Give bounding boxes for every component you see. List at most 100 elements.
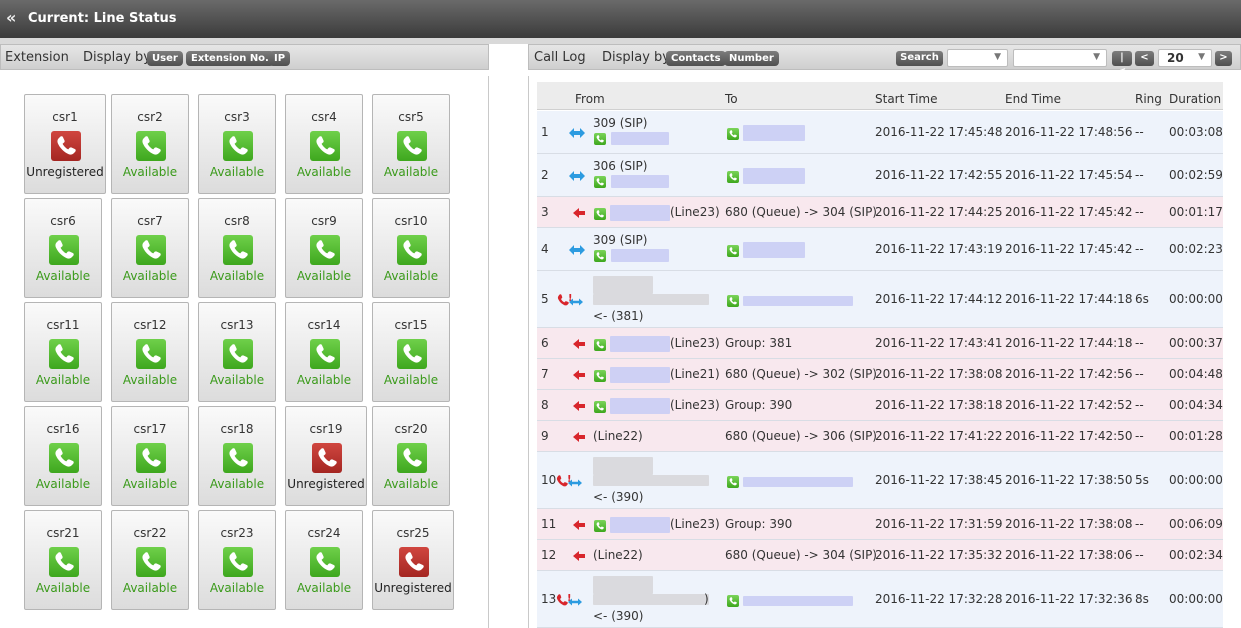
- call-log-row[interactable]: 2 306 (SIP) 2016-11-22 17:42:55 2016-11-22 …: [537, 154, 1223, 197]
- phone-handset-icon: [310, 339, 340, 369]
- call-log-row[interactable]: 5! <- (381) 2016-11-22 17:44:12 2016-11-22 …: [537, 271, 1223, 328]
- extension-tile-csr2[interactable]: csr2 Available: [111, 94, 189, 194]
- extension-status: Unregistered: [26, 165, 104, 179]
- next-page-button[interactable]: >: [1215, 51, 1232, 66]
- redacted-text: [593, 576, 653, 594]
- extension-status: Available: [383, 477, 439, 491]
- call-log-row[interactable]: 7 (Line21) 680 (Queue) -> 302 (SIP) 2016-11…: [537, 359, 1223, 390]
- extension-tile-csr24[interactable]: csr24 Available: [285, 510, 363, 610]
- phone-handset-icon: [136, 339, 166, 369]
- extension-tile-csr1[interactable]: csr1 Unregistered: [24, 94, 106, 194]
- extension-tile-csr20[interactable]: csr20 Available: [372, 406, 450, 506]
- phone-handset-icon: [223, 547, 253, 577]
- phone-handset-icon: [310, 235, 340, 265]
- mini-phone-icon: [727, 476, 739, 488]
- display-by-contacts-button[interactable]: Contacts: [666, 51, 726, 66]
- call-log-row[interactable]: 12 (Line22) 680 (Queue) -> 304 (SIP) 2016-1…: [537, 540, 1223, 571]
- call-log-row[interactable]: 11 (Line23) Group: 390 2016-11-22 17:31:59 2…: [537, 509, 1223, 540]
- start-time: 2016-11-22 17:31:59: [875, 517, 1003, 531]
- mini-phone-icon: [594, 339, 606, 351]
- from-line: (Line23): [670, 205, 720, 219]
- prev-page-button[interactable]: <: [1135, 51, 1154, 66]
- page-size-select[interactable]: 20 ▼: [1158, 49, 1212, 67]
- extension-tile-csr21[interactable]: csr21 Available: [24, 510, 102, 610]
- display-by-number-button[interactable]: Number: [724, 51, 779, 66]
- column-end-time[interactable]: End Time: [1005, 92, 1061, 106]
- call-log-row[interactable]: 9 (Line22) 680 (Queue) -> 306 (SIP) 2016-11…: [537, 421, 1223, 452]
- extension-tile-csr11[interactable]: csr11 Available: [24, 302, 102, 402]
- dropdown-arrow-icon: ▼: [1093, 52, 1100, 62]
- ring-time: --: [1135, 548, 1144, 562]
- column-ring[interactable]: Ring: [1135, 92, 1162, 106]
- extension-tile-csr9[interactable]: csr9 Available: [285, 198, 363, 298]
- extension-tile-csr18[interactable]: csr18 Available: [198, 406, 276, 506]
- extension-tile-csr13[interactable]: csr13 Available: [198, 302, 276, 402]
- row-number: 5: [541, 292, 549, 306]
- extension-tile-csr25[interactable]: csr25 Unregistered: [372, 510, 454, 610]
- red-left-arrow-icon: [573, 520, 585, 530]
- column-duration[interactable]: Duration: [1169, 92, 1221, 106]
- call-log-row[interactable]: 3 (Line23) 680 (Queue) -> 304 (SIP) 2016-11…: [537, 197, 1223, 228]
- from-fragment: ): [704, 592, 709, 606]
- redacted-text: [610, 398, 670, 414]
- filter-select-2[interactable]: ▼: [1013, 49, 1107, 67]
- column-to[interactable]: To: [725, 92, 738, 106]
- search-button[interactable]: Search: [896, 51, 943, 66]
- call-log-row[interactable]: 6 (Line23) Group: 381 2016-11-22 17:43:41 20…: [537, 328, 1223, 359]
- collapse-chevron-icon[interactable]: «: [6, 8, 16, 27]
- row-number: 12: [541, 548, 557, 562]
- redacted-text: [610, 517, 670, 533]
- phone-handset-icon: [51, 131, 81, 161]
- extension-status: Available: [383, 373, 439, 387]
- end-time: 2016-11-22 17:44:18: [1005, 336, 1133, 350]
- phone-handset-icon: [136, 235, 166, 265]
- call-log-row[interactable]: 4 309 (SIP) 2016-11-22 17:43:19 2016-11-22 …: [537, 228, 1223, 271]
- start-time: 2016-11-22 17:38:45: [875, 473, 1003, 487]
- extension-tile-csr22[interactable]: csr22 Available: [111, 510, 189, 610]
- extension-tile-csr19[interactable]: csr19 Unregistered: [285, 406, 367, 506]
- from-group: <- (381): [593, 309, 644, 323]
- extension-tile-csr14[interactable]: csr14 Available: [285, 302, 363, 402]
- extension-tile-csr7[interactable]: csr7 Available: [111, 198, 189, 298]
- extension-tile-csr16[interactable]: csr16 Available: [24, 406, 102, 506]
- redacted-text: [611, 132, 669, 145]
- to-destination: 680 (Queue) -> 306 (SIP): [725, 429, 877, 443]
- call-log-row[interactable]: 10! <- (390) 2016-11-22 17:38:45 2016-11-22…: [537, 452, 1223, 509]
- extension-status: Available: [296, 269, 352, 283]
- extension-status: Available: [296, 165, 352, 179]
- phone-handset-icon: [310, 131, 340, 161]
- display-by-user-button[interactable]: User: [147, 51, 183, 66]
- row-number: 2: [541, 168, 549, 182]
- extension-tile-csr23[interactable]: csr23 Available: [198, 510, 276, 610]
- extension-tile-csr3[interactable]: csr3 Available: [198, 94, 276, 194]
- filter-select-1[interactable]: ▼: [947, 49, 1008, 67]
- redacted-text: [593, 475, 709, 486]
- row-number: 8: [541, 398, 549, 412]
- extension-tile-csr6[interactable]: csr6 Available: [24, 198, 102, 298]
- first-page-button[interactable]: |<: [1112, 51, 1132, 77]
- extension-tile-csr4[interactable]: csr4 Available: [285, 94, 363, 194]
- extension-tile-csr15[interactable]: csr15 Available: [372, 302, 450, 402]
- call-duration: 00:00:00: [1169, 473, 1223, 487]
- extension-tile-csr12[interactable]: csr12 Available: [111, 302, 189, 402]
- extension-name: csr4: [311, 110, 337, 124]
- extension-name: csr20: [394, 422, 428, 436]
- display-by-ip-button[interactable]: IP: [269, 51, 291, 66]
- column-start-time[interactable]: Start Time: [875, 92, 938, 106]
- extension-tile-csr5[interactable]: csr5 Available: [372, 94, 450, 194]
- missed-call-icon: !: [555, 293, 585, 309]
- extension-tile-csr17[interactable]: csr17 Available: [111, 406, 189, 506]
- column-from[interactable]: From: [575, 92, 605, 106]
- call-log-row[interactable]: 13!) <- (390) 2016-11-22 17:32:28 2016-11-2…: [537, 571, 1223, 628]
- ring-time: --: [1135, 398, 1144, 412]
- display-by-extension-button[interactable]: Extension No.: [186, 51, 274, 66]
- extension-tile-csr10[interactable]: csr10 Available: [372, 198, 450, 298]
- extension-tile-csr8[interactable]: csr8 Available: [198, 198, 276, 298]
- call-log-row[interactable]: 1 309 (SIP) 2016-11-22 17:45:48 2016-11-22 …: [537, 111, 1223, 154]
- red-left-arrow-icon: [573, 370, 585, 380]
- redacted-text: [743, 477, 853, 487]
- call-duration: 00:00:37: [1169, 336, 1223, 350]
- call-log-row[interactable]: 8 (Line23) Group: 390 2016-11-22 17:38:18 20…: [537, 390, 1223, 421]
- extension-status: Available: [35, 581, 91, 595]
- start-time: 2016-11-22 17:41:22: [875, 429, 1003, 443]
